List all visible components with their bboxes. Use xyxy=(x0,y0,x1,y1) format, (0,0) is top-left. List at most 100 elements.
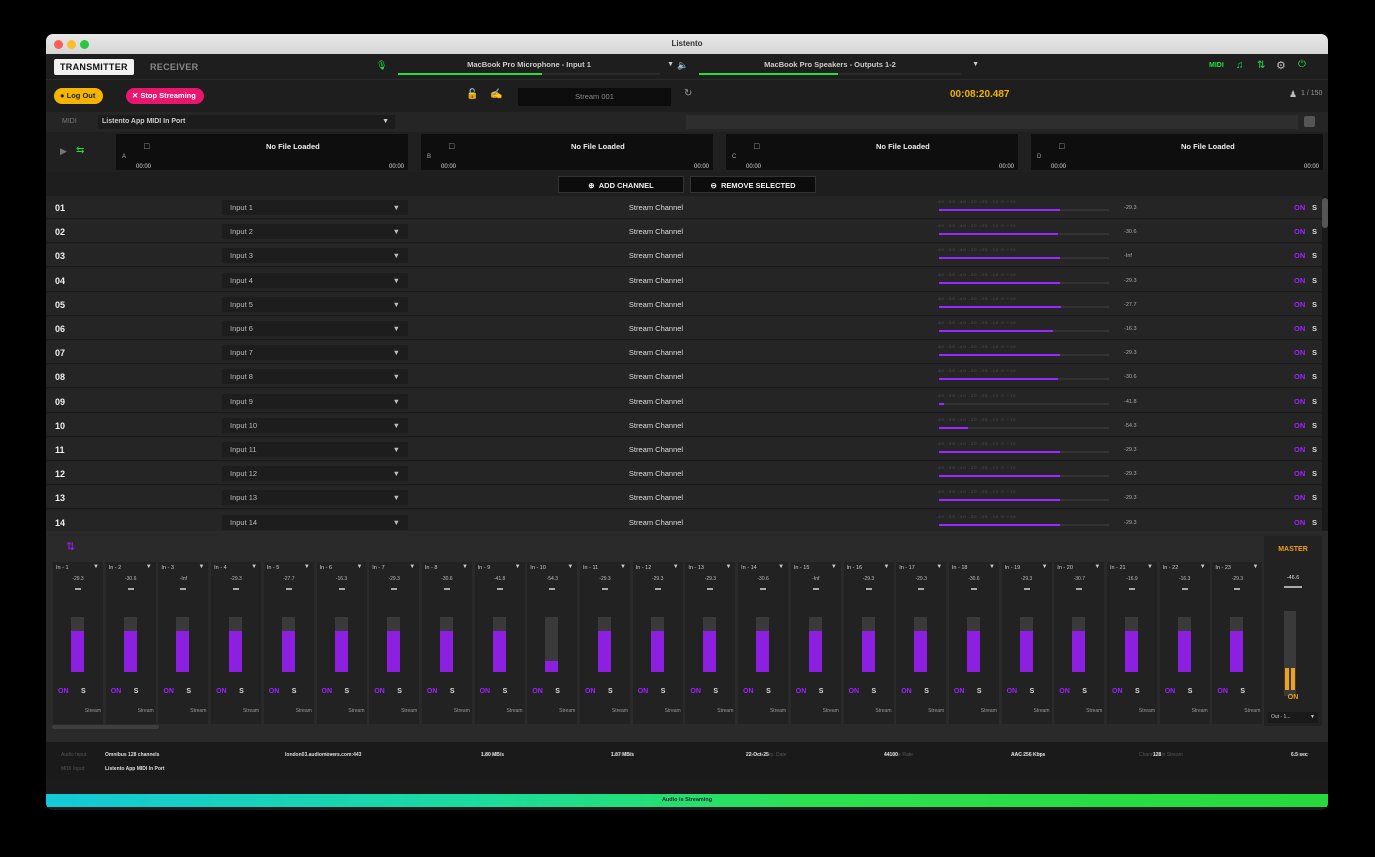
file-player-a[interactable]: A □ No File Loaded 00:00 00:00 xyxy=(116,134,408,170)
strip-fader[interactable] xyxy=(861,617,875,672)
midi-port-select[interactable]: Listento App MIDI In Port ▼ xyxy=(98,115,395,129)
share-icon[interactable]: ✍ xyxy=(490,89,502,100)
channel-on-button[interactable]: ON xyxy=(1294,445,1305,454)
strip-solo-button[interactable]: S xyxy=(1240,688,1245,695)
strip-pan-knob[interactable] xyxy=(549,588,556,590)
strip-pan-knob[interactable] xyxy=(970,588,977,590)
strip-solo-button[interactable]: S xyxy=(766,688,771,695)
strip-on-button[interactable]: ON xyxy=(58,688,69,695)
channel-solo-button[interactable]: S xyxy=(1312,227,1317,236)
strip-input-select[interactable]: In - 6 xyxy=(320,565,333,571)
strip-pan-knob[interactable] xyxy=(391,588,398,590)
channel-solo-button[interactable]: S xyxy=(1312,421,1317,430)
channel-row[interactable]: 03 Input 3 ▼ Stream Channel -60 -50 -40 -30 … xyxy=(46,244,1324,268)
strip-on-button[interactable]: ON xyxy=(796,688,807,695)
channel-row[interactable]: 05 Input 5 ▼ Stream Channel -60 -50 -40 -30 … xyxy=(46,292,1324,316)
strip-solo-button[interactable]: S xyxy=(713,688,718,695)
strip-pan-knob[interactable] xyxy=(707,588,714,590)
strip-fader[interactable] xyxy=(123,617,137,672)
strip-on-button[interactable]: ON xyxy=(163,688,174,695)
channel-input-select[interactable]: Input 3 ▼ xyxy=(222,248,408,264)
folder-icon[interactable]: □ xyxy=(754,141,759,151)
strip-fader[interactable] xyxy=(703,617,717,672)
strip-input-select[interactable]: In - 18 xyxy=(952,565,968,571)
channel-input-select[interactable]: Input 11 ▼ xyxy=(222,442,408,457)
channel-input-select[interactable]: Input 4 ▼ xyxy=(222,272,408,288)
remove-selected-button[interactable]: ⊖ REMOVE SELECTED xyxy=(690,176,816,193)
strip-input-select[interactable]: In - 9 xyxy=(478,565,491,571)
strip-solo-button[interactable]: S xyxy=(1135,688,1140,695)
loop-icon[interactable]: ⇆ xyxy=(76,145,84,156)
sliders-icon[interactable]: ⇅ xyxy=(1257,60,1265,71)
strip-on-button[interactable]: ON xyxy=(849,688,860,695)
channel-row[interactable]: 13 Input 13 ▼ Stream Channel -60 -50 -40 -30… xyxy=(46,486,1324,510)
channel-solo-button[interactable]: S xyxy=(1312,203,1317,212)
folder-icon[interactable]: □ xyxy=(144,141,149,151)
strip-on-button[interactable]: ON xyxy=(532,688,543,695)
strip-pan-knob[interactable] xyxy=(918,588,925,590)
strip-fader[interactable] xyxy=(492,617,506,672)
channel-row[interactable]: 07 Input 7 ▼ Stream Channel -60 -50 -40 -30 … xyxy=(46,341,1324,365)
channel-row[interactable]: 02 Input 2 ▼ Stream Channel -60 -50 -40 -30 … xyxy=(46,220,1324,244)
channel-input-select[interactable]: Input 7 ▼ xyxy=(222,345,408,361)
strip-pan-knob[interactable] xyxy=(496,588,503,590)
strip-input-select[interactable]: In - 5 xyxy=(267,565,280,571)
strip-on-button[interactable]: ON xyxy=(743,688,754,695)
strip-on-button[interactable]: ON xyxy=(1165,688,1176,695)
strip-input-select[interactable]: In - 2 xyxy=(109,565,122,571)
stream-name-field[interactable]: Stream 001 xyxy=(518,88,671,106)
strip-pan-knob[interactable] xyxy=(1181,588,1188,590)
channel-input-select[interactable]: Input 9 ▼ xyxy=(222,393,408,409)
channel-input-select[interactable]: Input 10 ▼ xyxy=(222,417,408,433)
channel-solo-button[interactable]: S xyxy=(1312,276,1317,285)
strip-pan-knob[interactable] xyxy=(443,588,450,590)
strip-solo-button[interactable]: S xyxy=(1030,688,1035,695)
mixer-sliders-icon[interactable]: ⇅ xyxy=(66,540,75,553)
strip-fader[interactable] xyxy=(439,617,453,672)
strip-fader[interactable] xyxy=(1072,617,1086,672)
strip-fader[interactable] xyxy=(387,617,401,672)
channel-solo-button[interactable]: S xyxy=(1312,493,1317,502)
channel-on-button[interactable]: ON xyxy=(1294,348,1305,357)
strip-solo-button[interactable]: S xyxy=(924,688,929,695)
strip-pan-knob[interactable] xyxy=(285,588,292,590)
channel-on-button[interactable]: ON xyxy=(1294,421,1305,430)
strip-input-select[interactable]: In - 23 xyxy=(1215,565,1231,571)
channel-input-select[interactable]: Input 8 ▼ xyxy=(222,369,408,385)
strip-pan-knob[interactable] xyxy=(127,588,134,590)
strip-solo-button[interactable]: S xyxy=(661,688,666,695)
channel-input-select[interactable]: Input 2 ▼ xyxy=(222,224,408,240)
strip-pan-knob[interactable] xyxy=(1129,588,1135,590)
strip-solo-button[interactable]: S xyxy=(872,688,877,695)
channel-row[interactable]: 14 Input 14 ▼ Stream Channel -60 -50 -40 -30… xyxy=(46,510,1324,531)
channel-input-select[interactable]: Input 6 ▼ xyxy=(222,321,408,336)
strip-solo-button[interactable]: S xyxy=(186,688,191,695)
channel-on-button[interactable]: ON xyxy=(1294,397,1305,406)
strip-fader[interactable] xyxy=(1230,617,1244,672)
channel-solo-button[interactable]: S xyxy=(1312,469,1317,478)
strip-fader[interactable] xyxy=(1125,617,1138,672)
strip-solo-button[interactable]: S xyxy=(819,688,824,695)
channel-solo-button[interactable]: S xyxy=(1312,348,1317,357)
folder-icon[interactable]: □ xyxy=(1059,141,1064,151)
strip-input-select[interactable]: In - 3 xyxy=(161,565,174,571)
stop-streaming-button[interactable]: ✕ Stop Streaming xyxy=(126,88,204,104)
strip-pan-knob[interactable] xyxy=(1023,588,1030,590)
strip-solo-button[interactable]: S xyxy=(81,688,86,695)
strip-fader[interactable] xyxy=(229,617,243,672)
strip-fader[interactable] xyxy=(71,617,84,672)
strip-pan-knob[interactable] xyxy=(338,588,345,590)
strip-on-button[interactable]: ON xyxy=(1059,688,1070,695)
strip-input-select[interactable]: In - 1 xyxy=(56,565,69,571)
midi-checkbox[interactable] xyxy=(1304,116,1315,127)
strip-fader[interactable] xyxy=(650,617,664,672)
strip-on-button[interactable]: ON xyxy=(111,688,122,695)
strip-fader[interactable] xyxy=(966,617,980,672)
strip-fader[interactable] xyxy=(281,617,295,672)
channel-on-button[interactable]: ON xyxy=(1294,276,1305,285)
channel-list-scrollbar[interactable] xyxy=(1322,196,1328,531)
master-output-select[interactable]: Out - 1... ▼ xyxy=(1268,712,1318,723)
strip-input-select[interactable]: In - 10 xyxy=(530,565,546,571)
tab-receiver[interactable]: RECEIVER xyxy=(144,59,204,75)
music-note-icon[interactable]: ♫ xyxy=(1236,60,1244,71)
